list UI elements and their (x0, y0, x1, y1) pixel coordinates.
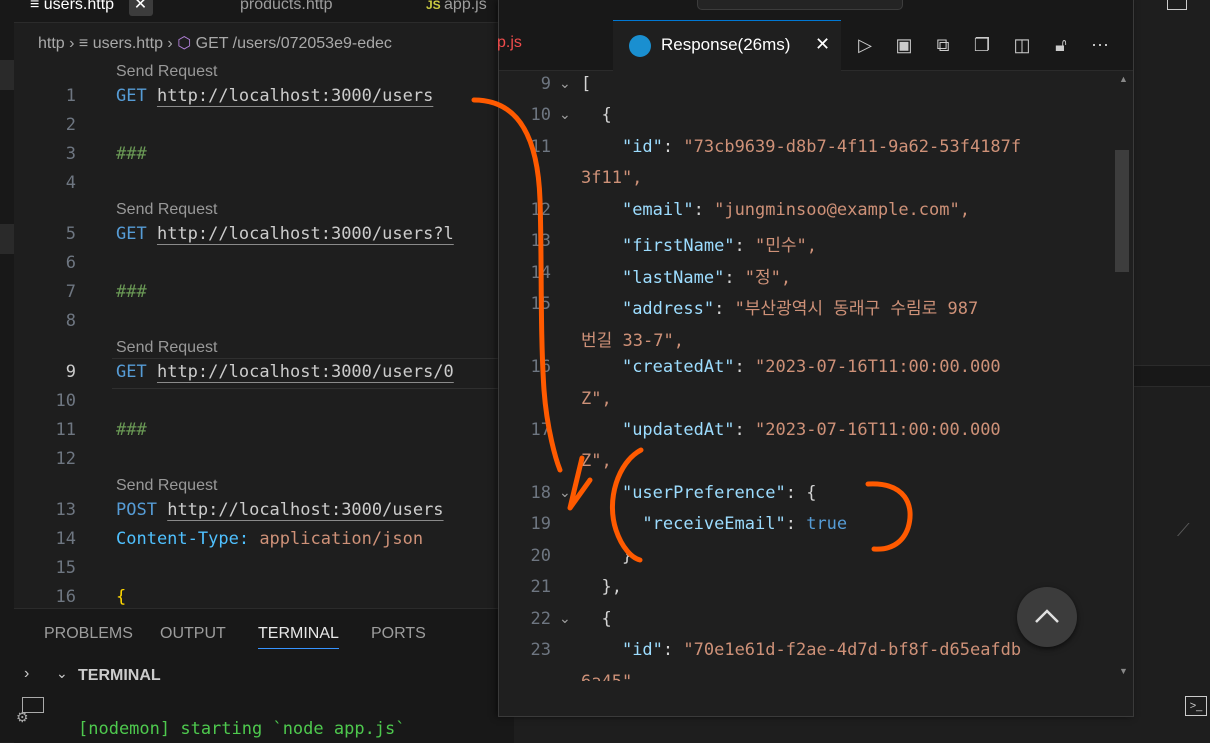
scroll-decoration-icon: ⟋ (1177, 520, 1190, 540)
json-line: "id": "70e1e61d-f2ae-4d7d-bf8f-d65eafdb (621, 640, 1022, 660)
line-number: 22 (530, 609, 551, 629)
send-request-link[interactable]: Send Request (116, 339, 217, 357)
code-line-3: ### (116, 144, 147, 164)
chevron-down-icon[interactable]: ⌄ (559, 106, 571, 123)
tab-problems[interactable]: PROBLEMS (44, 625, 133, 643)
send-request-link[interactable]: Send Request (116, 477, 217, 495)
json-line: "id": "73cb9639-d8b7-4f11-9a62-53f4187f (621, 137, 1022, 157)
rest-client-icon (629, 35, 651, 57)
json-line: Z", (581, 389, 612, 409)
copy-icon[interactable]: ❐ (971, 34, 993, 56)
chevron-down-icon[interactable]: ⌄ (56, 665, 68, 682)
request-url[interactable]: http://localhost:3000/users (157, 86, 433, 106)
json-line: { (601, 609, 612, 629)
line-number: 16 (530, 357, 551, 377)
chevron-down-icon[interactable]: ⌄ (559, 610, 571, 627)
code-line-13: POST http://localhost:3000/users (116, 500, 444, 520)
json-line: "email": "jungminsoo@example.com", (621, 200, 970, 220)
send-request-link[interactable]: Send Request (116, 201, 217, 219)
code-line-11: ### (116, 420, 147, 440)
chevron-right-icon[interactable]: › (24, 665, 29, 683)
json-line: 번길 33-7", (581, 331, 684, 351)
scroll-down-arrow-icon[interactable]: ▼ (1119, 666, 1128, 676)
line-number: 15 (530, 294, 551, 314)
chevron-down-icon[interactable]: ⌄ (559, 75, 571, 92)
tab-terminal[interactable]: TERMINAL (258, 625, 339, 649)
line-number: 10 (530, 105, 551, 125)
chevron-up-icon (1035, 609, 1059, 623)
more-actions-icon[interactable]: ⋯ (1089, 34, 1111, 56)
code-editor[interactable]: Send Request GET http://localhost:3000/u… (0, 0, 498, 608)
json-line: Z", (581, 451, 612, 471)
request-url[interactable]: http://localhost:3000/users/0 (157, 362, 454, 382)
gear-icon[interactable]: ⚙ (16, 709, 29, 726)
request-url[interactable]: http://localhost:3000/users?l (157, 224, 454, 244)
json-line: 6a45", (581, 672, 642, 681)
code-line-5: GET http://localhost:3000/users?l (116, 224, 454, 244)
split-divider (1133, 365, 1210, 387)
scroll-to-top-button[interactable] (1017, 587, 1077, 647)
main-window-edge: ⟋ >_ (1133, 0, 1210, 742)
tab-ports[interactable]: PORTS (371, 625, 426, 643)
line-number: 9 (540, 74, 551, 94)
tab-response[interactable]: Response(26ms) ✕ (613, 20, 841, 71)
lock-icon[interactable]: 🔓︎ (1050, 34, 1072, 56)
title-search-box[interactable] (697, 0, 903, 10)
json-line: "firstName": "민수", (621, 236, 818, 256)
code-line-16: { (116, 587, 127, 607)
save-body-icon[interactable]: ⧉ (932, 34, 954, 56)
json-line: 3f11", (581, 168, 643, 188)
clipped-tab-label[interactable]: p.js (497, 34, 522, 52)
vertical-scrollbar[interactable] (1115, 150, 1129, 272)
json-line: { (601, 105, 612, 125)
line-number: 21 (530, 577, 551, 597)
line-number: 19 (530, 514, 551, 534)
save-icon[interactable]: ▣ (893, 34, 915, 56)
json-line: } (621, 546, 633, 566)
line-number: 23 (530, 640, 551, 660)
line-number: 12 (530, 200, 551, 220)
bottom-panel: PROBLEMS OUTPUT TERMINAL PORTS › ⌄ TERMI… (14, 608, 514, 743)
json-line: "lastName": "정", (621, 268, 792, 288)
run-icon[interactable]: ▷ (854, 34, 876, 56)
json-line: "createdAt": "2023-07-16T11:00:00.000 (621, 357, 1001, 377)
split-editor-icon[interactable]: ◫ (1011, 34, 1033, 56)
json-line: "updatedAt": "2023-07-16T11:00:00.000 (621, 420, 1001, 440)
chevron-down-icon[interactable]: ⌄ (559, 484, 571, 501)
json-line: }, (601, 577, 622, 597)
close-icon[interactable]: ✕ (815, 34, 830, 55)
line-number: 14 (530, 263, 551, 283)
line-number: 18 (530, 483, 551, 503)
scroll-up-arrow-icon[interactable]: ▲ (1119, 74, 1128, 84)
line-number: 17 (530, 420, 551, 440)
send-request-link[interactable]: Send Request (116, 63, 217, 81)
code-line-9: GET http://localhost:3000/users/0 (116, 362, 454, 382)
terminal-output-line: [nodemon] starting `node app.js` (78, 719, 406, 739)
response-window: p.js Response(26ms) ✕ ▷ ▣ ⧉ ❐ ◫ 🔓︎ ⋯ 9 1… (497, 0, 1134, 717)
line-number: 13 (530, 231, 551, 251)
response-tab-bar: p.js Response(26ms) ✕ ▷ ▣ ⧉ ❐ ◫ 🔓︎ ⋯ (497, 20, 1133, 71)
request-url[interactable]: http://localhost:3000/users (167, 500, 443, 520)
response-tab-label: Response(26ms) (661, 35, 791, 54)
json-line: "userPreference": { (621, 483, 817, 503)
json-line: "receiveEmail": true (642, 514, 848, 534)
terminal-panel-icon[interactable]: >_ (1185, 696, 1207, 716)
response-window-titlebar (499, 0, 1133, 20)
code-line-7: ### (116, 282, 147, 302)
line-number: 11 (530, 137, 551, 157)
json-line: "address": "부산광역시 동래구 수림로 987 (621, 299, 979, 319)
tab-output[interactable]: OUTPUT (160, 625, 226, 643)
code-line-14: Content-Type: application/json (116, 529, 424, 549)
terminal-section-title[interactable]: TERMINAL (78, 667, 161, 685)
line-number: 20 (530, 546, 551, 566)
restore-window-icon[interactable] (1167, 0, 1187, 10)
code-line-1: GET http://localhost:3000/users (116, 86, 434, 106)
json-line: [ (581, 74, 592, 94)
